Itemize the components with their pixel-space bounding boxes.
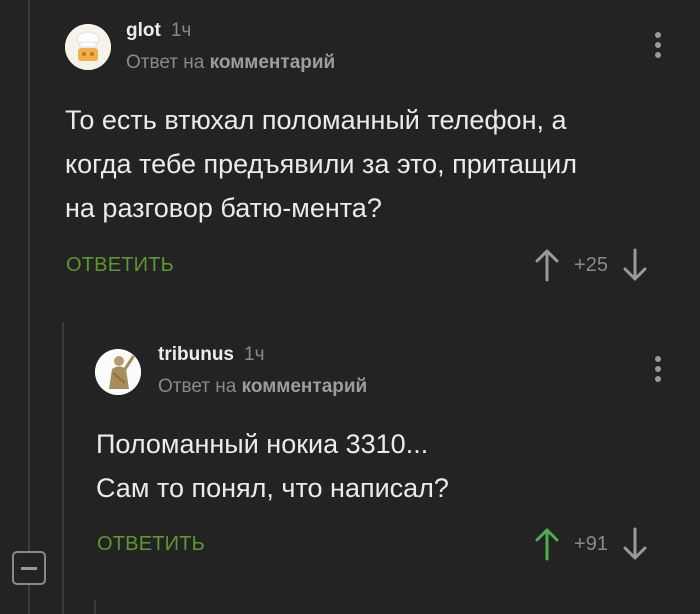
comment-text: То есть втюхал поломанный телефон, а ког…: [65, 98, 577, 230]
comment-text-line: Поломанный нокиа 3310...: [96, 429, 429, 459]
comment-text-line: То есть втюхал поломанный телефон, а: [65, 105, 567, 135]
chef-hat-avatar-icon[interactable]: [65, 24, 111, 70]
arrow-down-icon[interactable]: [622, 248, 648, 282]
comment-header: glot 1ч: [126, 20, 191, 42]
arrow-up-icon[interactable]: [534, 527, 560, 561]
reply-to-link[interactable]: комментарий: [242, 376, 368, 397]
reply-prefix: Ответ на: [126, 52, 205, 73]
comment-text-line: Сам то понял, что написал?: [96, 473, 449, 503]
statue-avatar-icon[interactable]: [95, 349, 141, 395]
thread-line-nested: [94, 600, 96, 614]
timestamp: 1ч: [170, 20, 192, 41]
score: +91: [574, 532, 608, 555]
comment-text-line: на разговор батю-мента?: [65, 193, 382, 223]
more-vertical-icon[interactable]: [653, 32, 663, 58]
username[interactable]: tribunus: [158, 344, 234, 365]
thread-line-outer-bottom: [28, 585, 30, 614]
more-vertical-icon[interactable]: [653, 356, 663, 382]
reply-to-link[interactable]: комментарий: [210, 52, 336, 73]
thread-line-reply: [62, 322, 64, 614]
comment-text: Поломанный нокиа 3310... Сам то понял, ч…: [96, 422, 449, 510]
reply-prefix: Ответ на: [158, 376, 237, 397]
reply-button[interactable]: ОТВЕТИТЬ: [97, 533, 205, 556]
timestamp: 1ч: [244, 344, 265, 365]
comment-text-line: когда тебе предъявили за это, притащил: [65, 149, 577, 179]
collapse-icon[interactable]: [12, 551, 46, 585]
reply-to-line: Ответ на комментарий: [126, 52, 335, 74]
reply-button[interactable]: ОТВЕТИТЬ: [66, 254, 174, 277]
reply-to-line: Ответ на комментарий: [158, 376, 367, 398]
vote-controls: +91: [534, 527, 648, 561]
arrow-up-icon[interactable]: [534, 248, 560, 282]
vote-controls: +25: [534, 248, 648, 282]
arrow-down-icon[interactable]: [622, 527, 648, 561]
score: +25: [574, 253, 608, 276]
username[interactable]: glot: [126, 20, 161, 41]
thread-line-outer: [28, 0, 30, 551]
comment-header: tribunus 1ч: [158, 344, 264, 366]
